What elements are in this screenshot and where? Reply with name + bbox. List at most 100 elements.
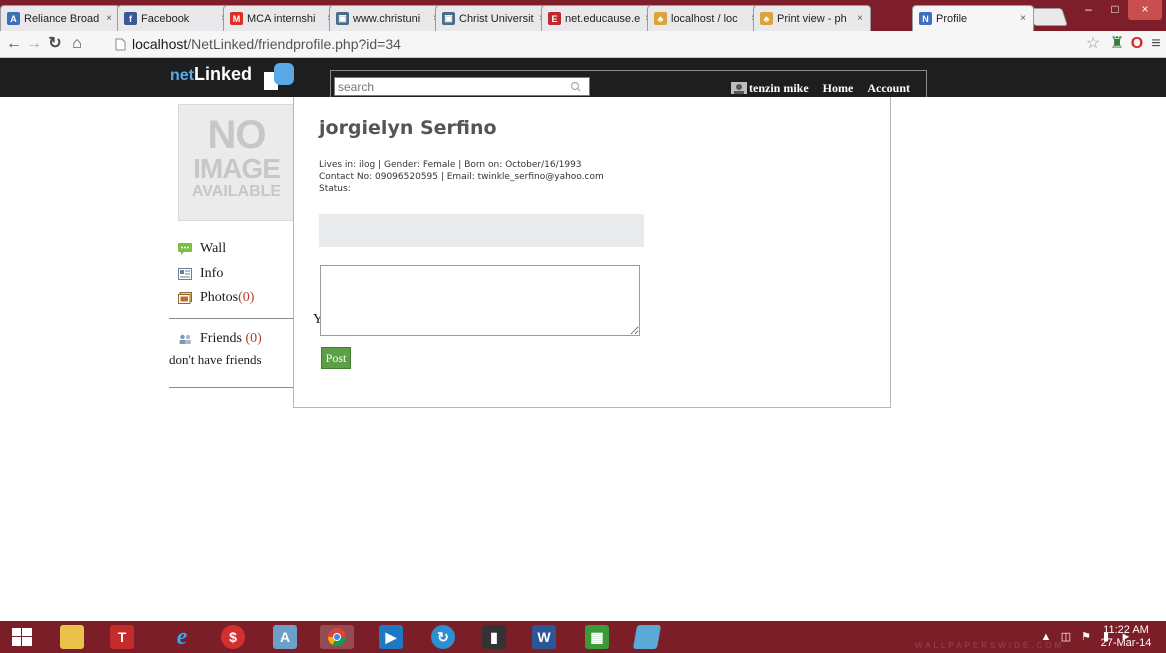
app-player-icon[interactable]: ▮ [482, 625, 506, 649]
home-icon[interactable]: ⌂ [67, 34, 87, 54]
sidebar-item-label: Info [200, 266, 224, 281]
app-paint-icon[interactable] [632, 625, 662, 649]
menu-icon[interactable]: ≡ [1146, 34, 1166, 54]
app-a-icon[interactable]: A [273, 625, 297, 649]
profile-no-image-placeholder: NO IMAGE AVAILABLE [178, 104, 295, 221]
user-avatar[interactable] [731, 82, 747, 94]
profile-contact-line: Contact No: 09096520595 | Email: twinkle… [319, 172, 604, 182]
app-globe-icon[interactable]: ↻ [431, 625, 455, 649]
word-icon[interactable]: W [532, 625, 556, 649]
no-image-text: IMAGE [193, 153, 281, 184]
app-chart-icon[interactable]: ▦ [585, 625, 609, 649]
tab-close-icon[interactable]: × [854, 13, 866, 24]
clock-date: 27-Mar-14 [1100, 637, 1152, 649]
friends-count: (0) [245, 331, 262, 346]
bookmark-star-icon[interactable]: ☆ [1083, 34, 1103, 54]
app-dollar-icon[interactable]: $ [221, 625, 245, 649]
search-icon[interactable] [569, 80, 583, 94]
tab-title: Facebook [141, 12, 190, 25]
tab-title: localhost / loc [671, 12, 738, 25]
sidebar-item-info[interactable]: Info [178, 266, 223, 282]
browser-tab[interactable]: A Reliance Broad × [0, 5, 120, 31]
post-button[interactable]: Post [321, 347, 351, 369]
tab-close-icon[interactable]: × [103, 13, 115, 24]
browser-tab[interactable]: N Profile × [912, 5, 1034, 31]
sidebar-item-photos[interactable]: Photos (0) [178, 290, 254, 306]
profile-name: jorgielyn Serfino [319, 117, 497, 139]
browser-tab[interactable]: Enet.educause.e× [541, 5, 659, 31]
browser-tab[interactable]: fFacebook× [117, 5, 235, 31]
system-clock[interactable]: 11:22 AM 27-Mar-14 [1096, 624, 1156, 650]
tab-close-icon[interactable]: × [1017, 13, 1029, 24]
new-tab-button[interactable] [1028, 8, 1068, 26]
sidebar-divider [169, 318, 293, 319]
internet-explorer-icon[interactable]: e [170, 624, 194, 650]
browser-toolbar: ← → ↻ ⌂ localhost/NetLinked/friendprofil… [0, 31, 1166, 58]
browser-tab-strip: AReliance Broad×fFacebook×MMCA internshi… [0, 0, 1166, 31]
url-text[interactable]: localhost/NetLinked/friendprofile.php?id… [132, 34, 1032, 55]
extension-icon[interactable]: ♜ [1107, 34, 1127, 54]
start-windows-icon[interactable] [10, 625, 34, 649]
browser-tab[interactable]: ▣www.christuni× [329, 5, 447, 31]
tab-title: net.educause.e [565, 12, 641, 25]
search-bar: tenzin mike Home Account [330, 70, 927, 97]
sidebar-item-friends[interactable]: Friends (0) [178, 331, 262, 347]
address-bar[interactable]: localhost/NetLinked/friendprofile.php?id… [110, 34, 1148, 55]
photos-count: (0) [238, 290, 255, 305]
reload-icon[interactable]: ↻ [45, 34, 65, 54]
sidebar-item-label: Friends [200, 331, 242, 346]
close-window-button[interactable]: × [1128, 0, 1162, 20]
wall-chat-icon [178, 243, 192, 255]
tab-favicon-icon: E [548, 12, 561, 25]
browser-tab[interactable]: MMCA internshi× [223, 5, 341, 31]
profile-details-line: Lives in: ilog | Gender: Female | Born o… [319, 160, 582, 170]
profile-status-label: Status: [319, 184, 351, 194]
back-arrow-icon[interactable]: ← [4, 34, 24, 54]
forward-arrow-icon[interactable]: → [24, 34, 44, 54]
browser-tab[interactable]: ▣Christ Universit× [435, 5, 553, 31]
profile-panel [293, 97, 891, 408]
tab-title: Christ Universit [459, 12, 534, 25]
user-name-link[interactable]: tenzin mike [749, 81, 809, 96]
tab-favicon-icon: ♣ [654, 12, 667, 25]
chrome-icon[interactable] [320, 625, 354, 649]
photos-icon [178, 292, 192, 304]
no-image-text: AVAILABLE [191, 183, 282, 200]
home-link[interactable]: Home [823, 81, 854, 96]
network-icon[interactable]: ◫ [1060, 631, 1072, 643]
logo-mark-icon [264, 63, 294, 90]
tab-favicon-icon: ▣ [442, 12, 455, 25]
browser-tab[interactable]: ♣localhost / loc× [647, 5, 765, 31]
file-explorer-icon[interactable] [60, 625, 84, 649]
browser-tab[interactable]: ♣ Print view - ph × [753, 5, 871, 31]
site-logo[interactable]: netLinked [170, 64, 252, 94]
no-image-text: NO [207, 113, 267, 157]
sidebar-item-label: Photos [200, 290, 239, 305]
maximize-button[interactable]: □ [1102, 0, 1128, 20]
sidebar-item-label: Wall [200, 241, 227, 256]
tab-title: www.christuni [353, 12, 421, 25]
logo-linked: Linked [194, 64, 253, 84]
tab-favicon-icon: A [7, 12, 20, 25]
no-friends-text: don't have friends [169, 352, 262, 367]
clock-time: 11:22 AM [1103, 624, 1149, 636]
app-t-icon[interactable]: T [110, 625, 134, 649]
tab-favicon-icon: ♣ [760, 12, 773, 25]
site-header: netLinked tenzin mike Home Account [0, 58, 1166, 97]
tab-title: Reliance Broad [24, 12, 100, 25]
account-link[interactable]: Account [867, 81, 910, 96]
tab-favicon-icon: N [919, 12, 932, 25]
search-input[interactable] [334, 77, 590, 96]
tab-favicon-icon: f [124, 12, 137, 25]
info-card-icon [178, 268, 192, 280]
minimize-button[interactable]: – [1075, 0, 1102, 20]
tab-favicon-icon: ▣ [336, 12, 349, 25]
app-media-icon[interactable]: ▶ [379, 625, 403, 649]
sidebar-item-wall[interactable]: Wall [178, 241, 226, 257]
tab-title: Profile [936, 12, 968, 25]
flag-icon[interactable]: ⚑ [1080, 631, 1092, 643]
windows-taskbar: T e $ A ▶ ↻ ▮ W ▦ WALLPAPERSWIDE.COM ▲ ◫… [0, 621, 1166, 653]
post-textarea[interactable] [320, 265, 640, 336]
opera-icon[interactable]: O [1127, 34, 1147, 54]
tray-chevron-icon[interactable]: ▲ [1040, 631, 1052, 643]
